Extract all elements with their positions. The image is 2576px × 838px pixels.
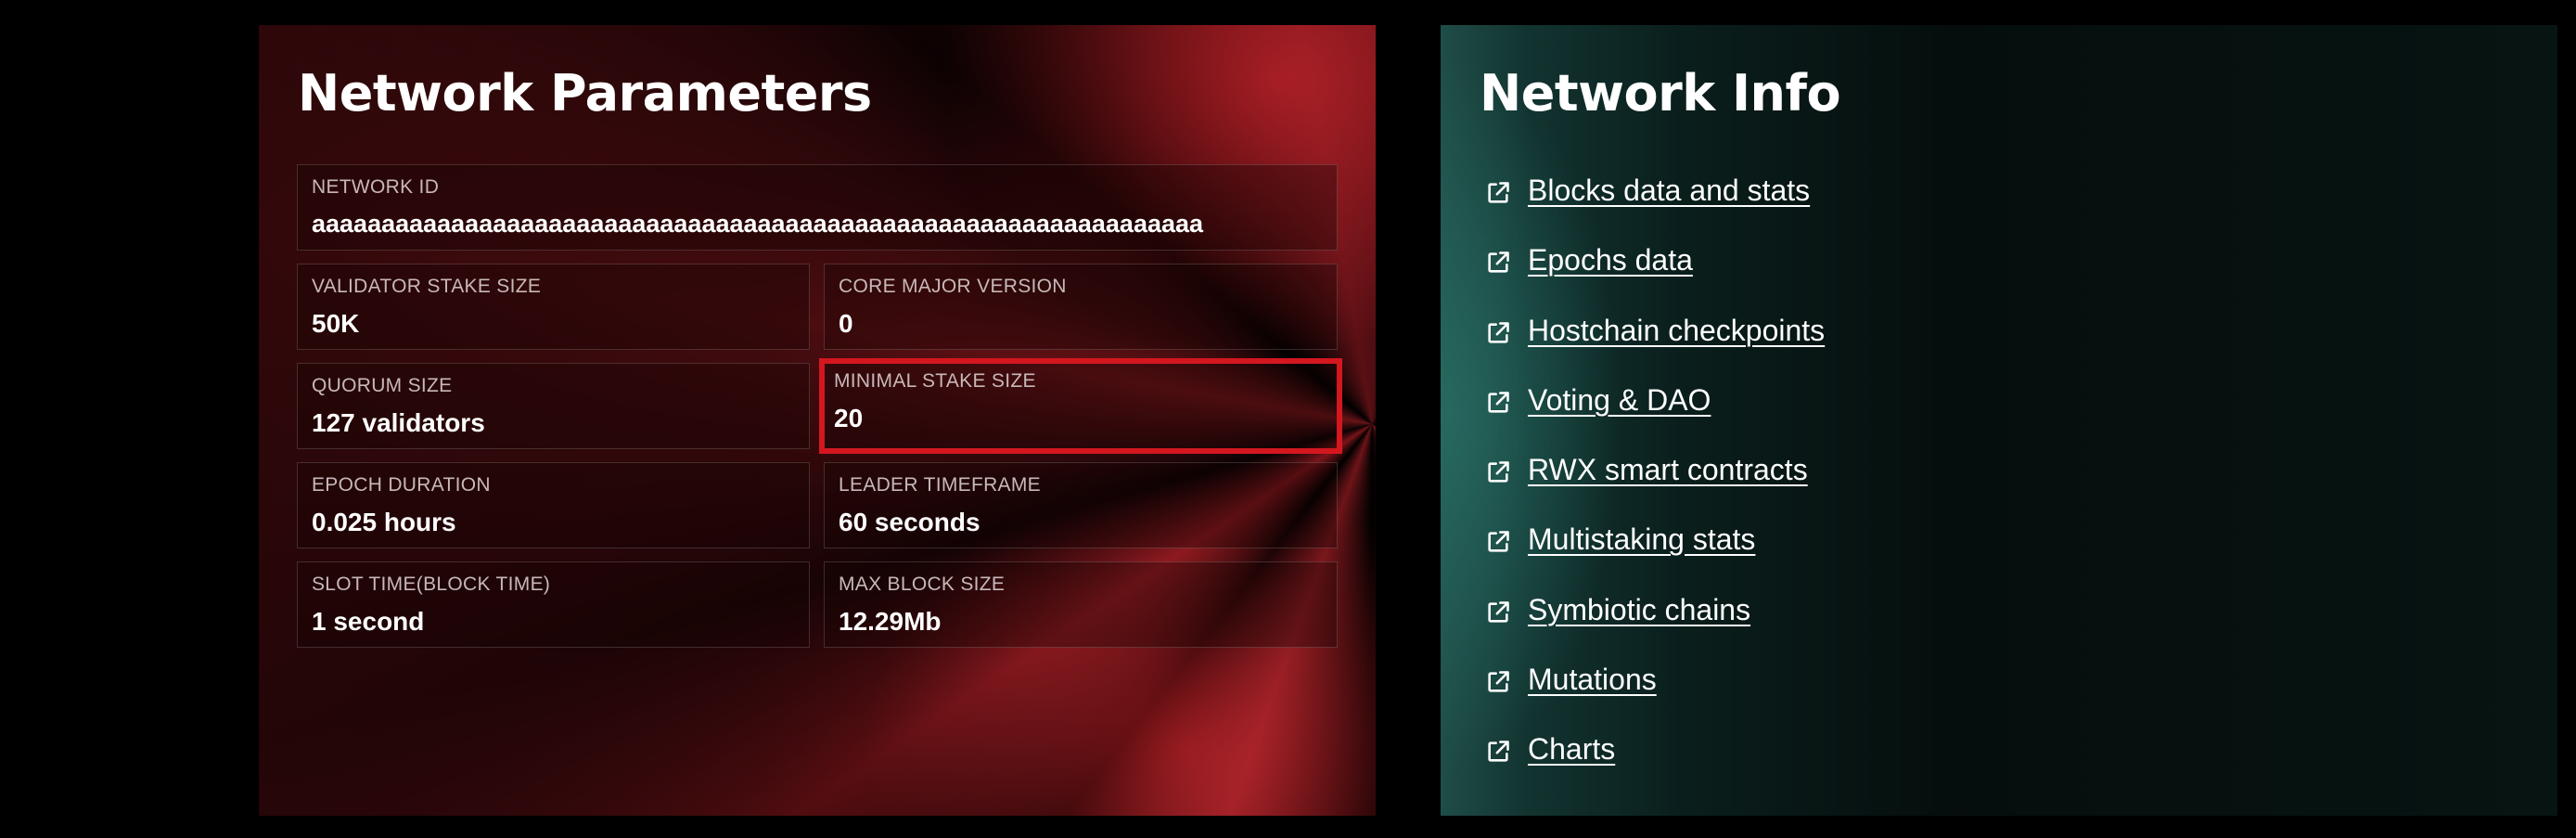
external-link-icon [1488,600,1509,623]
link-item-multistaking[interactable]: Multistaking stats [1485,522,1825,592]
external-link-icon [1488,741,1509,762]
leader-timeframe-value: 60 seconds [839,508,980,536]
network-parameters-panel: Network Parameters NETWORK ID aaaaaaaaaa… [259,25,1376,816]
network-info-panel: Network Info Blocks data and stats Epoch… [1441,25,2557,816]
network-id-label: NETWORK ID [312,176,440,198]
link-epochs-data[interactable]: Epochs data [1528,243,1693,277]
epoch-duration-cell: EPOCH DURATION 0.025 hours [297,462,810,548]
external-link-icon [1488,251,1509,273]
external-link-icon [1488,321,1509,343]
max-block-size-label: MAX BLOCK SIZE [839,574,1006,595]
validator-stake-size-value: 50K [312,309,360,338]
link-item-blocks[interactable]: Blocks data and stats [1485,174,1825,243]
external-link-icon [1488,531,1509,553]
epoch-duration-value: 0.025 hours [312,508,456,536]
slot-time-cell: SLOT TIME(BLOCK TIME) 1 second [297,561,810,648]
network-parameters-title: Network Parameters [298,64,872,122]
link-item-rwx[interactable]: RWX smart contracts [1485,453,1825,522]
link-blocks-data[interactable]: Blocks data and stats [1528,174,1810,208]
quorum-size-value: 127 validators [312,408,485,437]
link-rwx-smart-contracts[interactable]: RWX smart contracts [1528,453,1808,487]
network-id-cell: NETWORK ID aaaaaaaaaaaaaaaaaaaaaaaaaaaaa… [297,164,1338,251]
link-voting-dao[interactable]: Voting & DAO [1528,383,1711,418]
external-link-icon [1488,182,1509,203]
validator-stake-size-cell: VALIDATOR STAKE SIZE 50K [297,264,810,350]
link-hostchain-checkpoints[interactable]: Hostchain checkpoints [1528,314,1825,348]
network-info-title: Network Info [1480,64,1841,122]
quorum-size-label: QUORUM SIZE [312,375,453,396]
link-item-voting[interactable]: Voting & DAO [1485,383,1825,453]
link-charts[interactable]: Charts [1528,732,1615,767]
max-block-size-value: 12.29Mb [839,607,942,636]
link-item-charts[interactable]: Charts [1485,732,1825,802]
link-item-mutations[interactable]: Mutations [1485,663,1825,732]
max-block-size-cell: MAX BLOCK SIZE 12.29Mb [824,561,1338,648]
link-item-epochs[interactable]: Epochs data [1485,243,1825,313]
link-symbiotic-chains[interactable]: Symbiotic chains [1528,593,1750,627]
slot-time-value: 1 second [312,607,425,636]
minimal-stake-size-value: 20 [834,404,864,432]
minimal-stake-size-label: MINIMAL STAKE SIZE [834,370,1036,392]
slot-time-label: SLOT TIME(BLOCK TIME) [312,574,551,595]
network-info-links: Blocks data and stats Epochs data Hostch… [1485,174,1825,803]
core-major-version-value: 0 [839,309,853,338]
validator-stake-size-label: VALIDATOR STAKE SIZE [312,276,542,297]
network-id-value: aaaaaaaaaaaaaaaaaaaaaaaaaaaaaaaaaaaaaaaa… [312,210,1204,238]
leader-timeframe-cell: LEADER TIMEFRAME 60 seconds [824,462,1338,548]
core-major-version-label: CORE MAJOR VERSION [839,276,1067,297]
link-item-symbiotic[interactable]: Symbiotic chains [1485,593,1825,663]
epoch-duration-label: EPOCH DURATION [312,474,491,496]
minimal-stake-size-cell: MINIMAL STAKE SIZE 20 [819,358,1342,454]
link-multistaking-stats[interactable]: Multistaking stats [1528,522,1755,557]
external-link-icon [1488,461,1509,483]
quorum-size-cell: QUORUM SIZE 127 validators [297,363,810,449]
leader-timeframe-label: LEADER TIMEFRAME [839,474,1041,496]
external-link-icon [1488,671,1509,692]
external-link-icon [1488,392,1509,413]
link-item-hostchain[interactable]: Hostchain checkpoints [1485,314,1825,383]
core-major-version-cell: CORE MAJOR VERSION 0 [824,264,1338,350]
link-mutations[interactable]: Mutations [1528,663,1657,697]
